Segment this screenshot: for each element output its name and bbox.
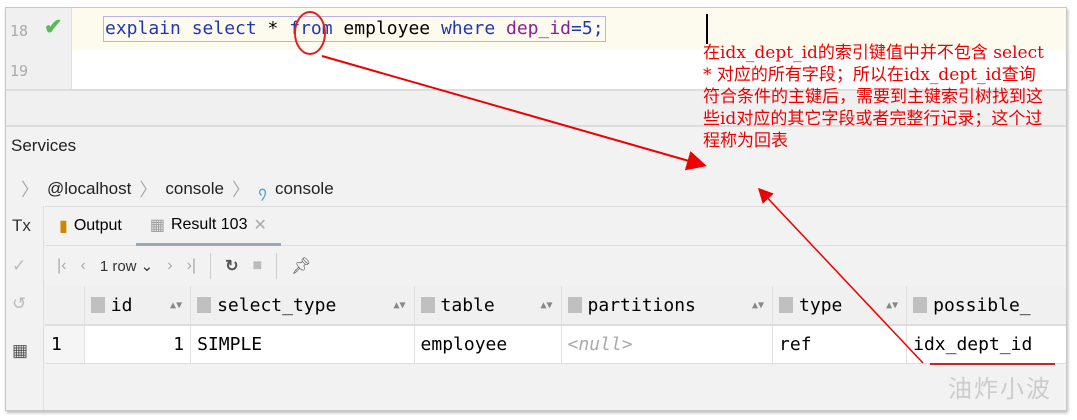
annotation-overlay (294, 11, 1055, 365)
annotation-arrow (757, 187, 924, 364)
annotation-arrow (321, 55, 707, 171)
highlight-circle (294, 11, 326, 55)
